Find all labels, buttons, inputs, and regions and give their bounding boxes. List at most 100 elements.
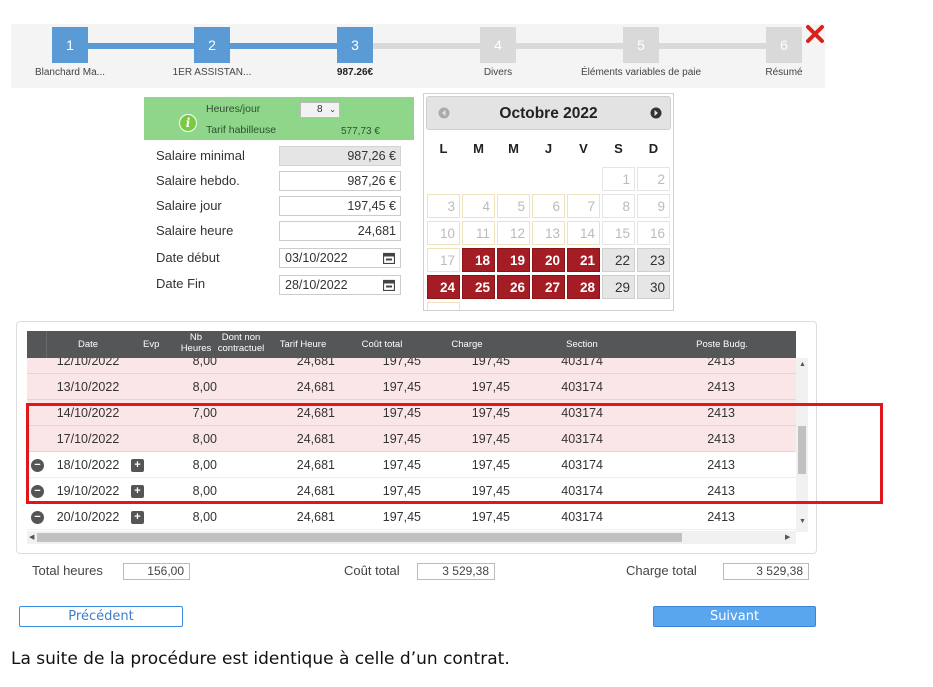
- step-5-label: Éléments variables de paie: [581, 67, 702, 78]
- calendar-day[interactable]: 26: [497, 275, 530, 299]
- remove-row-icon[interactable]: −: [31, 459, 44, 472]
- horizontal-scrollbar[interactable]: ◀ ▶: [27, 531, 796, 544]
- add-detail-icon[interactable]: +: [131, 459, 144, 472]
- calendar-day[interactable]: 16: [637, 221, 670, 245]
- step-2-box[interactable]: 2: [194, 27, 230, 63]
- cell-cout: 197,45: [382, 484, 421, 498]
- cell-section: 403174: [561, 484, 603, 498]
- info-icon: i: [179, 114, 197, 132]
- table-row[interactable]: 17/10/2022 8,00 24,681 197,45 197,45 403174 24…: [27, 426, 796, 452]
- salaire-hebdo-label: Salaire hebdo.: [156, 173, 240, 188]
- table-row[interactable]: 13/10/2022 8,00 24,681 197,45 197,45 403174 24…: [27, 374, 796, 400]
- cell-nb: 8,00: [192, 484, 217, 498]
- calendar-day[interactable]: 24: [427, 275, 460, 299]
- cell-date: 17/10/2022: [56, 432, 120, 446]
- tarif-habilleuse-label: Tarif habilleuse: [206, 124, 277, 136]
- cell-tarif: 24,681: [296, 380, 335, 394]
- calendar-day[interactable]: 5: [497, 194, 530, 218]
- calendar-day[interactable]: 19: [497, 248, 530, 272]
- salaire-jour-field[interactable]: 197,45 €: [279, 196, 401, 216]
- step-6-box[interactable]: 6: [766, 27, 802, 63]
- add-detail-icon[interactable]: +: [131, 511, 144, 524]
- cell-nb: 8,00: [192, 510, 217, 524]
- next-button[interactable]: Suivant: [653, 606, 816, 627]
- cell-poste: 2413: [707, 458, 735, 472]
- calendar-day[interactable]: 8: [602, 194, 635, 218]
- previous-button[interactable]: Précédent: [19, 606, 183, 627]
- heures-jour-select[interactable]: 8 ⌄: [300, 102, 340, 118]
- calendar-day[interactable]: 9: [637, 194, 670, 218]
- calendar-day[interactable]: 21: [567, 248, 600, 272]
- cell-nb: 8,00: [192, 432, 217, 446]
- header-nb-heures: Nb Heures: [180, 332, 212, 355]
- scroll-right-icon[interactable]: ▶: [785, 533, 790, 541]
- step-6-label: Résumé: [765, 67, 803, 78]
- cell-poste: 2413: [707, 432, 735, 446]
- cell-poste: 2413: [707, 510, 735, 524]
- calendar-day[interactable]: 25: [462, 275, 495, 299]
- calendar-day[interactable]: 23: [637, 248, 670, 272]
- calendar-day[interactable]: 2: [637, 167, 670, 191]
- calendar-day[interactable]: 6: [532, 194, 565, 218]
- horizontal-scrollbar-thumb[interactable]: [37, 533, 682, 542]
- salaire-hebdo-field[interactable]: 987,26 €: [279, 171, 401, 191]
- calendar-day[interactable]: 22: [602, 248, 635, 272]
- cell-poste: 2413: [707, 380, 735, 394]
- calendar-day[interactable]: 14: [567, 221, 600, 245]
- calendar-day[interactable]: 30: [637, 275, 670, 299]
- calendar-day[interactable]: 4: [462, 194, 495, 218]
- calendar-day[interactable]: 15: [602, 221, 635, 245]
- calendar-day[interactable]: 3: [427, 194, 460, 218]
- add-detail-icon[interactable]: +: [131, 485, 144, 498]
- cell-charge: 197,45: [471, 406, 510, 420]
- cell-poste: 2413: [707, 406, 735, 420]
- calendar-day[interactable]: 17: [427, 248, 460, 272]
- step-3-box[interactable]: 3: [337, 27, 373, 63]
- calendar-day[interactable]: 28: [567, 275, 600, 299]
- calendar-day[interactable]: 10: [427, 221, 460, 245]
- header-poste-budg: Poste Budg.: [696, 339, 748, 350]
- cell-section: 403174: [561, 458, 603, 472]
- table-row[interactable]: 14/10/2022 7,00 24,681 197,45 197,45 403174 24…: [27, 400, 796, 426]
- calendar-day[interactable]: 20: [532, 248, 565, 272]
- table-row[interactable]: − +19/10/2022 8,00 24,681 197,45 197,45 403174…: [27, 478, 796, 504]
- table-row[interactable]: 12/10/2022 8,00 24,681 197,45 197,45 403174 24…: [27, 358, 796, 374]
- header-spacer: [27, 331, 47, 358]
- calendar-day[interactable]: 7: [567, 194, 600, 218]
- calendar-day[interactable]: 18: [462, 248, 495, 272]
- vertical-scrollbar[interactable]: ▲ ▼: [796, 358, 808, 532]
- calendar-day[interactable]: 11: [462, 221, 495, 245]
- total-heures-field: 156,00: [123, 563, 190, 580]
- step-1-box[interactable]: 1: [52, 27, 88, 63]
- date-debut-field[interactable]: 03/10/2022: [279, 248, 401, 268]
- cell-poste: 2413: [707, 484, 735, 498]
- calendar-day[interactable]: 1: [602, 167, 635, 191]
- calendar-icon[interactable]: [383, 252, 395, 264]
- header-dont-non-contractuel: Dont non contractuel: [217, 332, 265, 355]
- salaire-heure-field[interactable]: 24,681: [279, 221, 401, 241]
- scroll-left-icon[interactable]: ◀: [29, 533, 34, 541]
- table-row[interactable]: − +20/10/2022 8,00 24,681 197,45 197,45 403174…: [27, 504, 796, 530]
- calendar-weekday: M: [508, 141, 519, 156]
- calendar-day[interactable]: 29: [602, 275, 635, 299]
- step-5-box[interactable]: 5: [623, 27, 659, 63]
- calendar-day[interactable]: 12: [497, 221, 530, 245]
- next-month-icon[interactable]: [650, 107, 662, 119]
- scroll-up-icon[interactable]: ▲: [799, 361, 806, 368]
- close-icon[interactable]: [804, 23, 826, 45]
- step-4-box[interactable]: 4: [480, 27, 516, 63]
- remove-row-icon[interactable]: −: [31, 485, 44, 498]
- cell-date: 14/10/2022: [56, 406, 120, 420]
- cell-cout: 197,45: [382, 358, 421, 368]
- calendar-icon[interactable]: [383, 279, 395, 291]
- calendar-day[interactable]: 27: [532, 275, 565, 299]
- date-fin-field[interactable]: 28/10/2022: [279, 275, 401, 295]
- cell-section: 403174: [561, 406, 603, 420]
- vertical-scrollbar-thumb[interactable]: [798, 426, 806, 474]
- calendar-day[interactable]: 13: [532, 221, 565, 245]
- chevron-down-icon: ⌄: [329, 105, 336, 114]
- cell-section: 403174: [561, 432, 603, 446]
- table-row[interactable]: − +18/10/2022 8,00 24,681 197,45 197,45 403174…: [27, 452, 796, 478]
- scroll-down-icon[interactable]: ▼: [799, 518, 806, 525]
- remove-row-icon[interactable]: −: [31, 511, 44, 524]
